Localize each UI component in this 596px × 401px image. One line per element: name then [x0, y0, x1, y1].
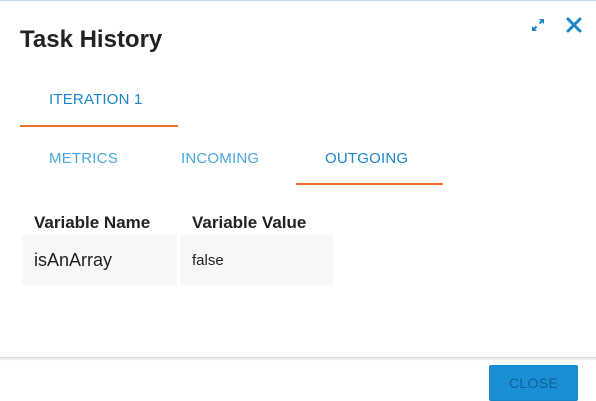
active-tab-indicator [296, 183, 443, 185]
tab-iteration-1[interactable]: ITERATION 1 [20, 85, 178, 127]
tab-metrics[interactable]: METRICS [20, 142, 150, 185]
column-header-variable-name: Variable Name [34, 213, 151, 232]
active-tab-indicator [20, 125, 178, 127]
close-icon[interactable] [564, 15, 584, 35]
tab-incoming[interactable]: INCOMING [152, 142, 294, 185]
tab-label: INCOMING [181, 150, 260, 167]
close-button[interactable]: CLOSE [489, 365, 578, 401]
task-history-dialog: Task History ITERATION 1 METRICS INCOMIN… [0, 0, 596, 401]
footer-divider [0, 357, 596, 358]
tab-label: ITERATION 1 [49, 91, 143, 108]
tab-label: OUTGOING [325, 150, 409, 167]
tab-label: METRICS [49, 150, 118, 167]
column-header-variable-value: Variable Value [192, 213, 307, 232]
tab-outgoing[interactable]: OUTGOING [296, 142, 443, 185]
variable-name-cell: isAnArray [22, 235, 177, 285]
variable-value-cell: false [180, 235, 333, 285]
expand-icon[interactable] [528, 15, 548, 35]
dialog-title: Task History [20, 26, 163, 53]
